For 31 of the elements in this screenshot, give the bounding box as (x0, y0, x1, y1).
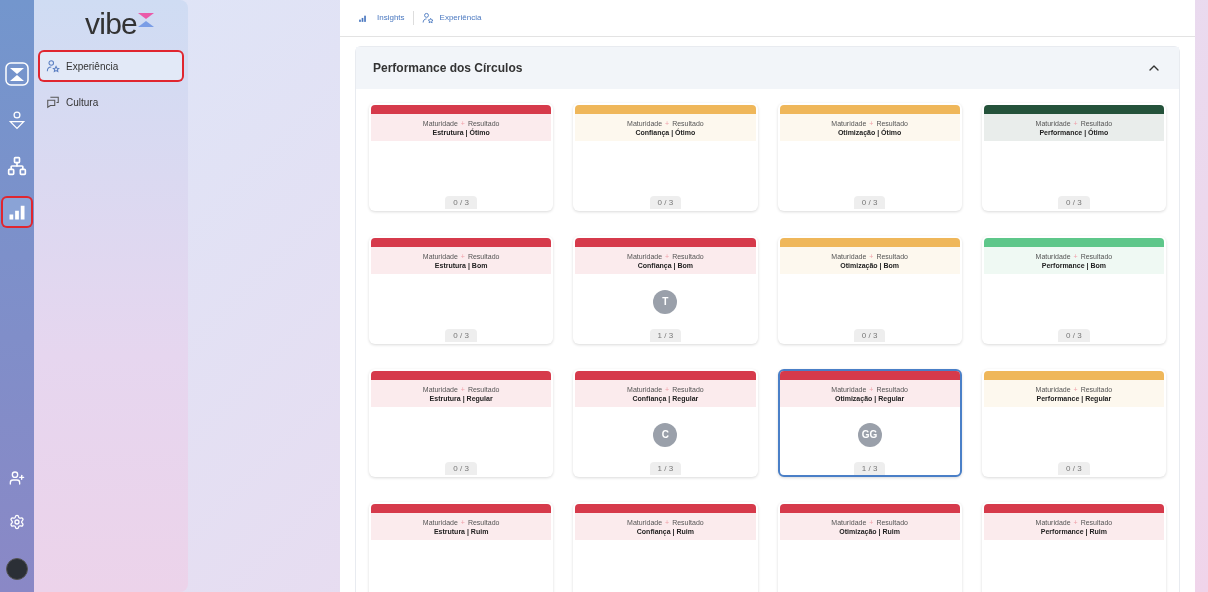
avatar-initials: C (653, 422, 678, 447)
member-count: 0 / 3 (649, 196, 682, 209)
avatar-initials: GG (857, 422, 882, 447)
member-count: 0 / 3 (1058, 196, 1090, 209)
chat-icon (46, 95, 60, 109)
member-count: 1 / 3 (649, 329, 682, 342)
avatar-initials: T (653, 289, 678, 314)
member-count: 0 / 3 (445, 462, 477, 475)
add-user-icon[interactable] (9, 470, 25, 486)
rail-item[interactable] (3, 198, 31, 226)
user-star-icon (421, 12, 434, 24)
breadcrumb-link[interactable]: Experiência (439, 12, 482, 24)
member-count: 0 / 3 (1058, 329, 1090, 342)
user-avatar[interactable] (6, 558, 28, 580)
section-title: Performance dos Círculos (373, 60, 523, 77)
member-count: 1 / 3 (853, 462, 886, 475)
member-count: 0 / 3 (853, 329, 886, 342)
section-header[interactable]: Performance dos Círculos (356, 47, 1179, 89)
member-count: 0 / 3 (445, 196, 477, 209)
chart-icon (358, 13, 367, 23)
member-count: 0 / 3 (445, 329, 477, 342)
breadcrumb-link[interactable]: Insights (377, 12, 405, 24)
brand-logo: vibe (84, 8, 137, 40)
member-count: 1 / 3 (649, 462, 682, 475)
member-count: 0 / 3 (853, 196, 886, 209)
sidebar-item[interactable]: Cultura (40, 88, 182, 116)
member-count: 0 / 3 (1058, 462, 1090, 475)
logo-mark-icon (136, 12, 156, 28)
settings-icon[interactable] (9, 514, 25, 530)
sidebar-item[interactable]: Experiência (40, 52, 182, 80)
user-star-icon (46, 59, 60, 73)
